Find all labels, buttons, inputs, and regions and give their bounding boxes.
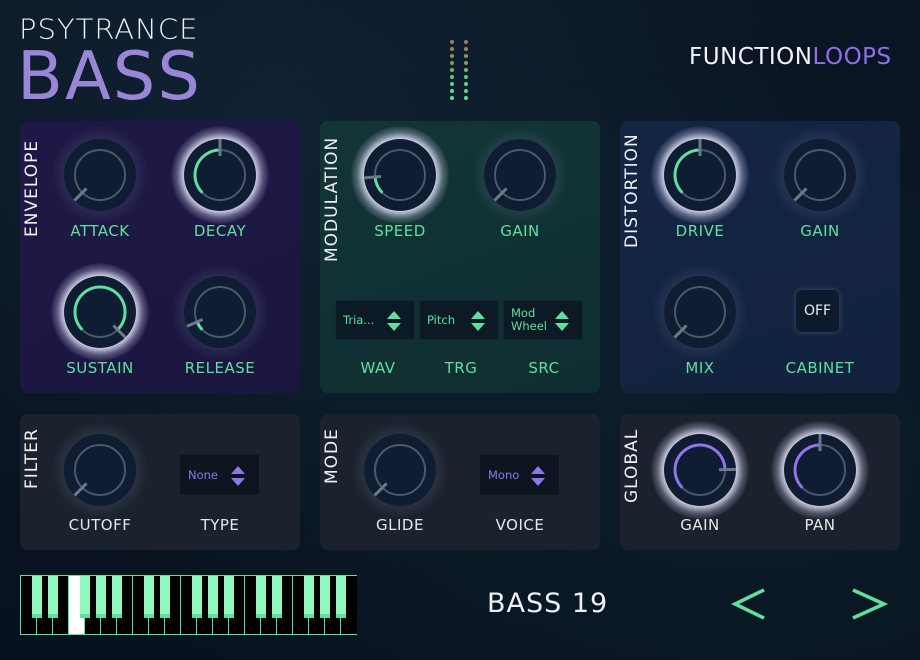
global-gain-label: GAIN xyxy=(680,516,720,534)
filter-section-label: FILTER xyxy=(22,428,42,489)
global-gain-knob[interactable] xyxy=(651,421,749,519)
release-knob[interactable] xyxy=(171,263,269,361)
dist-gain-label: GAIN xyxy=(800,222,840,240)
black-key[interactable] xyxy=(336,576,346,618)
meter-dot xyxy=(450,75,454,79)
up-down-arrows-icon[interactable] xyxy=(386,310,402,332)
meter-dot xyxy=(450,54,454,58)
product-title-line2: BASS xyxy=(17,37,202,115)
attack-knob[interactable] xyxy=(51,126,149,224)
black-key[interactable] xyxy=(192,576,202,618)
cutoff-knob[interactable] xyxy=(51,421,149,519)
black-key[interactable] xyxy=(80,576,90,618)
piano-keyboard[interactable] xyxy=(20,575,357,635)
brand-logo: FUNCTIONLOOPS xyxy=(689,44,892,70)
voice-value: Mono xyxy=(488,467,520,482)
src-label: SRC xyxy=(528,359,560,377)
global-section-label: GLOBAL xyxy=(622,428,642,503)
sustain-knob[interactable] xyxy=(51,263,149,361)
decay-label: DECAY xyxy=(193,222,247,240)
release-label: RELEASE xyxy=(184,359,256,377)
mode-section-label: MODE xyxy=(322,428,342,484)
next-preset-button[interactable] xyxy=(850,584,890,624)
mod-speed-knob[interactable] xyxy=(351,126,449,224)
black-key[interactable] xyxy=(304,576,314,618)
wav-selector[interactable]: Tria... xyxy=(335,300,415,340)
voice-label: VOICE xyxy=(495,516,545,534)
black-key[interactable] xyxy=(48,576,58,618)
sustain-label: SUSTAIN xyxy=(66,359,134,377)
black-key[interactable] xyxy=(112,576,122,618)
meter-dot xyxy=(450,89,454,93)
mod-speed-label: SPEED xyxy=(374,222,426,240)
meter-dot xyxy=(450,61,454,65)
brand-logo-part2: LOOPS xyxy=(812,44,892,70)
meter-dot xyxy=(464,40,468,44)
drive-knob[interactable] xyxy=(651,126,749,224)
dist-gain-knob[interactable] xyxy=(771,126,869,224)
black-key[interactable] xyxy=(32,576,42,618)
meter-dot xyxy=(450,40,454,44)
mix-label: MIX xyxy=(685,359,715,377)
black-key[interactable] xyxy=(208,576,218,618)
cutoff-label: CUTOFF xyxy=(68,516,132,534)
mod-gain-label: GAIN xyxy=(500,222,540,240)
black-key[interactable] xyxy=(272,576,282,618)
mix-knob[interactable] xyxy=(651,263,749,361)
up-down-arrows-icon[interactable] xyxy=(470,310,486,332)
chevron-right-icon xyxy=(852,588,889,620)
envelope-section-label: ENVELOPE xyxy=(22,139,42,237)
output-level-meter xyxy=(450,40,472,102)
meter-dot xyxy=(464,68,468,72)
distortion-section-label: DISTORTION xyxy=(622,133,642,248)
chevron-left-icon xyxy=(730,588,765,620)
meter-dot xyxy=(450,68,454,72)
filter-type-label: TYPE xyxy=(200,516,240,534)
trg-selector[interactable]: Pitch xyxy=(419,300,499,340)
meter-dot xyxy=(464,82,468,86)
glide-label: GLIDE xyxy=(376,516,424,534)
wav-selector-value: Tria... xyxy=(343,312,375,327)
preset-name: BASS 19 xyxy=(487,588,609,619)
attack-label: ATTACK xyxy=(70,222,130,240)
meter-dot xyxy=(450,82,454,86)
meter-dot xyxy=(450,47,454,51)
black-key[interactable] xyxy=(320,576,330,618)
meter-dot xyxy=(464,89,468,93)
up-down-arrows-icon[interactable] xyxy=(554,310,570,332)
meter-dot xyxy=(450,96,454,100)
black-key[interactable] xyxy=(256,576,266,618)
filter-type-selector[interactable]: None xyxy=(180,455,259,495)
previous-preset-button[interactable] xyxy=(730,584,770,624)
up-down-arrows-icon[interactable] xyxy=(530,465,546,487)
src-selector-value: Mod Wheel xyxy=(511,306,548,333)
cabinet-toggle[interactable]: OFF xyxy=(796,290,839,332)
meter-dot xyxy=(464,54,468,58)
meter-dot xyxy=(464,96,468,100)
black-key[interactable] xyxy=(224,576,234,618)
glide-knob[interactable] xyxy=(351,421,449,519)
meter-dot xyxy=(464,75,468,79)
black-key[interactable] xyxy=(96,576,106,618)
mod-gain-knob[interactable] xyxy=(471,126,569,224)
black-key[interactable] xyxy=(144,576,154,618)
voice-selector[interactable]: Mono xyxy=(480,455,559,495)
pan-label: PAN xyxy=(804,516,836,534)
cabinet-label: CABINET xyxy=(785,359,855,377)
meter-dot xyxy=(464,47,468,51)
black-key[interactable] xyxy=(160,576,170,618)
knob-pointer xyxy=(363,174,382,180)
trg-selector-value: Pitch xyxy=(427,312,455,327)
modulation-section-label: MODULATION xyxy=(322,136,342,262)
filter-type-value: None xyxy=(188,467,219,482)
brand-logo-part1: FUNCTION xyxy=(689,44,813,70)
decay-knob[interactable] xyxy=(171,126,269,224)
drive-label: DRIVE xyxy=(675,222,725,240)
src-selector[interactable]: Mod Wheel xyxy=(503,300,583,340)
meter-dot xyxy=(464,61,468,65)
up-down-arrows-icon[interactable] xyxy=(230,465,246,487)
pan-knob[interactable] xyxy=(771,421,869,519)
